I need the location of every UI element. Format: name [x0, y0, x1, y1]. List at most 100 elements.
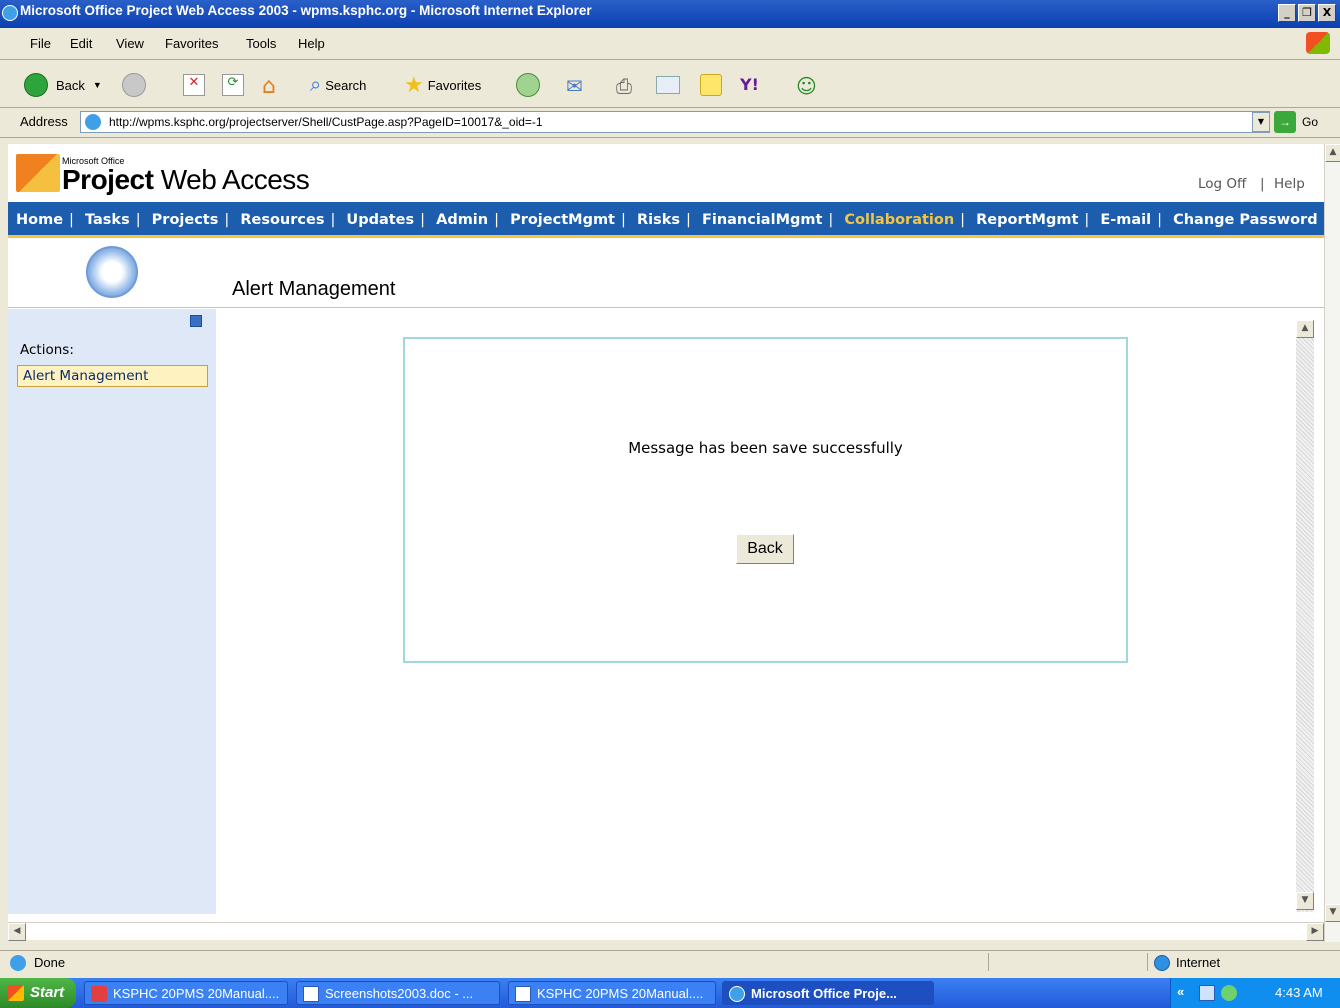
- action-alert-management[interactable]: Alert Management: [17, 365, 208, 387]
- volume-icon[interactable]: [1221, 985, 1237, 1001]
- address-input[interactable]: http://wpms.ksphc.org/projectserver/Shel…: [80, 111, 1270, 133]
- actions-label: Actions:: [20, 342, 74, 358]
- header-separator: |: [1260, 176, 1265, 192]
- nav-resources[interactable]: Resources: [240, 212, 324, 228]
- scroll-right-icon[interactable]: ▶: [1306, 923, 1324, 941]
- address-label: Address: [20, 114, 68, 129]
- nav-separator: |: [69, 212, 74, 228]
- inner-scrollbar[interactable]: ▲ ▼: [1296, 320, 1314, 912]
- messenger-icon[interactable]: ☺: [796, 74, 817, 98]
- app-header: Microsoft Office Project Web Access Log …: [8, 144, 1324, 200]
- home-icon[interactable]: ⌂: [262, 74, 276, 99]
- nav-financialmgmt[interactable]: FinancialMgmt: [702, 212, 822, 228]
- history-icon[interactable]: [516, 73, 540, 97]
- log-off-link[interactable]: Log Off: [1198, 176, 1246, 192]
- task-label: Screenshots2003.doc - ...: [325, 986, 474, 1001]
- back-page-button[interactable]: Back: [736, 534, 794, 564]
- nav-reportmgmt[interactable]: ReportMgmt: [976, 212, 1078, 228]
- scroll-left-icon[interactable]: ◀: [8, 923, 26, 941]
- start-button[interactable]: Start: [0, 978, 76, 1008]
- page-header: Alert Management: [8, 242, 1324, 308]
- help-link[interactable]: Help: [1274, 176, 1305, 192]
- nav-separator: |: [828, 212, 834, 228]
- favorites-label: Favorites: [427, 77, 482, 93]
- page-title: Alert Management: [232, 278, 396, 300]
- nav-separator: |: [135, 212, 141, 228]
- menu-file[interactable]: File: [30, 36, 51, 51]
- main-nav: Home | Tasks | Projects | Resources | Update…: [8, 202, 1324, 238]
- menu-view[interactable]: View: [116, 36, 144, 51]
- maximize-button[interactable]: ❐: [1298, 4, 1316, 22]
- menu-bar: File Edit View Favorites Tools Help: [0, 28, 1340, 60]
- scroll-up-icon[interactable]: ▲: [1296, 320, 1314, 338]
- stop-icon[interactable]: ✕: [183, 74, 205, 96]
- task-pdf-manual[interactable]: KSPHC 20PMS 20Manual....: [84, 981, 288, 1005]
- mail-icon[interactable]: ✉: [566, 74, 583, 98]
- outer-scroll-down-icon[interactable]: ▼: [1325, 904, 1340, 922]
- yahoo-icon[interactable]: Y!: [740, 75, 759, 94]
- ie-icon: [729, 986, 745, 1002]
- actions-sidebar: Actions: Alert Management: [8, 309, 216, 914]
- network-icon[interactable]: [1199, 985, 1215, 1001]
- go-label: Go: [1302, 115, 1319, 129]
- forward-icon[interactable]: [122, 73, 146, 97]
- star-icon: ★: [404, 72, 424, 97]
- task-screenshots-doc[interactable]: Screenshots2003.doc - ...: [296, 981, 500, 1005]
- menu-edit[interactable]: Edit: [70, 36, 92, 51]
- nav-projectmgmt[interactable]: ProjectMgmt: [510, 212, 615, 228]
- nav-separator: |: [620, 212, 626, 228]
- task-label: Microsoft Office Proje...: [751, 986, 897, 1001]
- address-dropdown-button[interactable]: ▼: [1252, 112, 1270, 132]
- address-bar: Address http://wpms.ksphc.org/projectser…: [0, 108, 1340, 138]
- address-url: http://wpms.ksphc.org/projectserver/Shel…: [109, 115, 543, 129]
- status-divider: [988, 953, 1148, 971]
- menu-tools[interactable]: Tools: [246, 36, 276, 51]
- favorites-button[interactable]: ★ Favorites: [404, 72, 482, 97]
- nav-separator: |: [960, 212, 966, 228]
- horizontal-scrollbar[interactable]: ◀ ▶: [8, 922, 1324, 941]
- nav-email[interactable]: E-mail: [1100, 212, 1151, 228]
- nav-collaboration[interactable]: Collaboration: [844, 212, 954, 228]
- windows-taskbar: Start KSPHC 20PMS 20Manual.... Screensho…: [0, 978, 1340, 1008]
- menu-favorites[interactable]: Favorites: [165, 36, 218, 51]
- task-label: KSPHC 20PMS 20Manual....: [113, 986, 280, 1001]
- outer-scrollbar[interactable]: ▲ ▼: [1324, 144, 1340, 942]
- go-button[interactable]: → Go: [1274, 111, 1318, 133]
- nav-home[interactable]: Home: [16, 212, 63, 228]
- note-icon[interactable]: [700, 74, 722, 96]
- ie-icon: [2, 5, 18, 21]
- nav-projects[interactable]: Projects: [152, 212, 219, 228]
- nav-change-password[interactable]: Change Password: [1173, 212, 1318, 228]
- edit-icon[interactable]: [656, 76, 680, 94]
- nav-risks[interactable]: Risks: [637, 212, 680, 228]
- nav-tasks[interactable]: Tasks: [85, 212, 130, 228]
- nav-separator: |: [1157, 212, 1163, 228]
- task-project-web-access[interactable]: Microsoft Office Proje...: [722, 981, 934, 1005]
- word-icon: [515, 986, 531, 1002]
- back-button[interactable]: Back ▼: [24, 73, 102, 97]
- menu-help[interactable]: Help: [298, 36, 325, 51]
- page-done-icon: [10, 955, 26, 971]
- tray-expand-button[interactable]: «: [1177, 984, 1184, 999]
- nav-admin[interactable]: Admin: [436, 212, 488, 228]
- office-logo-icon: [16, 154, 60, 192]
- windows-flag-icon: [8, 985, 24, 1001]
- task-word-manual[interactable]: KSPHC 20PMS 20Manual....: [508, 981, 716, 1005]
- minimize-button[interactable]: _: [1278, 4, 1296, 22]
- system-tray: « 4:43 AM: [1170, 978, 1340, 1008]
- collapse-sidebar-icon[interactable]: [190, 315, 202, 327]
- print-icon[interactable]: ⎙: [616, 74, 632, 98]
- close-button[interactable]: X: [1318, 4, 1336, 22]
- web-page: Microsoft Office Project Web Access Log …: [8, 144, 1324, 922]
- search-button[interactable]: ⌕ Search: [310, 73, 366, 97]
- nav-separator: |: [685, 212, 691, 228]
- go-arrow-icon: →: [1274, 111, 1296, 133]
- nav-separator: |: [494, 212, 499, 228]
- start-label: Start: [30, 984, 65, 1001]
- outer-scroll-up-icon[interactable]: ▲: [1325, 144, 1340, 162]
- scroll-down-icon[interactable]: ▼: [1296, 892, 1314, 910]
- refresh-icon[interactable]: ⟳: [222, 74, 244, 96]
- back-label: Back: [56, 77, 85, 93]
- nav-updates[interactable]: Updates: [346, 212, 414, 228]
- brand-bold: Project: [62, 164, 154, 195]
